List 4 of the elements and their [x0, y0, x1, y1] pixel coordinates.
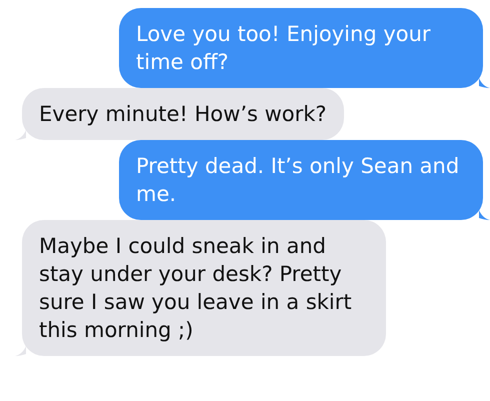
- bubble-tail-icon: [15, 130, 26, 140]
- bubble-tail-icon: [479, 78, 490, 88]
- bubble-tail-icon: [479, 210, 490, 220]
- bubble-tail-icon: [15, 346, 26, 356]
